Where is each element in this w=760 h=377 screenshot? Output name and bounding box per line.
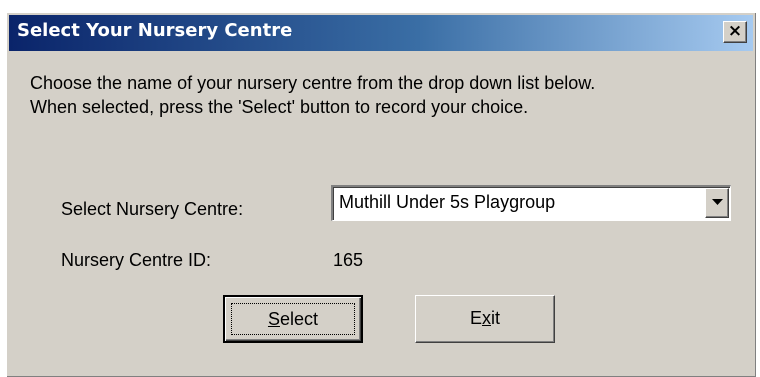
- instructions-line-1: Choose the name of your nursery centre f…: [30, 73, 596, 93]
- nursery-centre-label: Select Nursery Centre:: [61, 199, 244, 219]
- nursery-centre-dropdown[interactable]: Muthill Under 5s Playgroup: [331, 185, 731, 221]
- nursery-centre-id-value: 165: [333, 250, 364, 270]
- select-button[interactable]: Select: [223, 295, 363, 343]
- title-bar[interactable]: Select Your Nursery Centre ×: [9, 15, 753, 51]
- dialog-window: Select Your Nursery Centre × Choose the …: [6, 12, 756, 377]
- exit-button-prefix: E: [469, 308, 482, 328]
- exit-button[interactable]: Exit: [415, 295, 555, 343]
- dropdown-arrow-button[interactable]: [705, 188, 729, 218]
- close-icon: ×: [727, 21, 743, 41]
- instructions-line-2: When selected, press the 'Select' button…: [30, 97, 529, 117]
- chevron-down-icon: [712, 199, 723, 205]
- window-title: Select Your Nursery Centre: [17, 20, 293, 41]
- nursery-centre-id-label: Nursery Centre ID:: [61, 250, 212, 270]
- focus-rectangle: [231, 303, 355, 335]
- close-button[interactable]: ×: [723, 21, 747, 43]
- exit-button-rest: it: [491, 308, 500, 328]
- exit-button-label: Exit: [470, 308, 500, 328]
- exit-button-mnemonic: x: [482, 308, 491, 328]
- dropdown-selected-value: Muthill Under 5s Playgroup: [339, 192, 556, 212]
- instructions-text: Choose the name of your nursery centre f…: [30, 71, 595, 119]
